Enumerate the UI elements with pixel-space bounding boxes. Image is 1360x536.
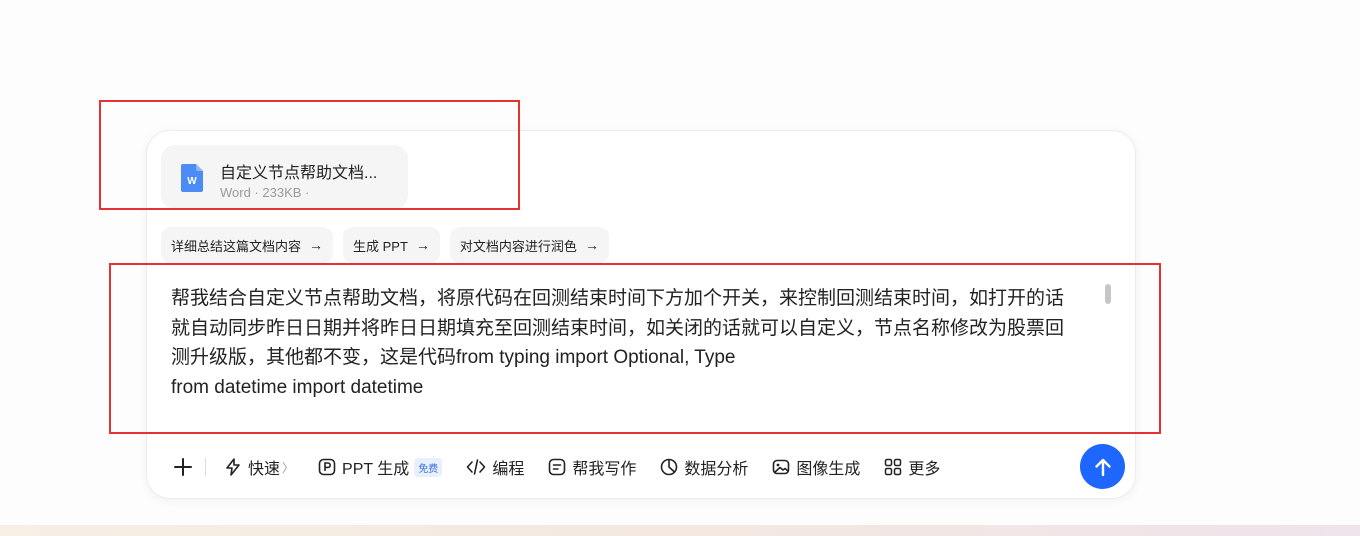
prompt-line: 帮我结合自定义节点帮助文档，将原代码在回测结束时间下方加个开关，来控制回测结束时… [171,288,1065,309]
lightning-icon [226,458,240,476]
grid-icon [885,458,902,476]
code-icon [467,459,486,475]
attachment-meta: Word · 233KB · [220,185,310,200]
attached-file-card[interactable]: W 自定义节点帮助文档... Word · 233KB · [161,145,408,209]
prompt-line: from datetime import datetime [171,376,424,398]
word-icon-letter: W [187,176,197,187]
writing-button[interactable]: 帮我写作 [548,455,636,479]
suggestion-chip-label: 生成 PPT [353,238,408,254]
arrow-right-icon: → [415,237,430,253]
suggestion-chip-label: 详细总结这篇文档内容 [171,238,302,254]
quick-mode-label: 快速 [248,461,281,478]
image-generate-button[interactable]: 图像生成 [772,455,860,479]
suggestion-chips: 详细总结这篇文档内容 → 生成 PPT → 对文档内容进行润色 → [161,227,609,263]
writing-label: 帮我写作 [572,461,637,478]
more-label: 更多 [908,461,941,478]
data-analysis-label: 数据分析 [684,461,749,478]
suggestion-chip-polish[interactable]: 对文档内容进行润色 → [449,227,609,263]
suggestion-chip-ppt[interactable]: 生成 PPT → [343,227,440,263]
plus-icon [174,458,192,476]
chevron-right-icon: 〉 [282,460,295,475]
image-icon [773,459,790,475]
composer-toolbar: 快速 〉 PPT 生成 免费 编程 帮我写作 数据分析 图像生成 更多 [171,449,964,485]
page-bottom-strip [0,525,1360,536]
prompt-scrollbar[interactable] [1105,284,1111,304]
ppt-generate-label: PPT 生成 [342,461,410,478]
word-file-icon: W [181,164,203,192]
suggestion-chip-label: 对文档内容进行润色 [459,238,577,254]
send-button[interactable] [1080,444,1125,489]
arrow-up-icon [1094,458,1111,476]
image-generate-label: 图像生成 [796,461,861,478]
ppt-generate-button[interactable]: PPT 生成 免费 [318,455,443,479]
prompt-line: 就自动同步昨日日期并将昨日日期填充至回测结束时间，如关闭的话就可以自定义，节点名… [171,317,1065,339]
attachment-filename: 自定义节点帮助文档... [220,165,378,182]
add-attachment-button[interactable] [171,455,195,479]
code-button[interactable]: 编程 [466,455,524,479]
more-button[interactable]: 更多 [884,455,940,479]
prompt-input[interactable]: 帮我结合自定义节点帮助文档，将原代码在回测结束时间下方加个开关，来控制回测结束时… [171,284,1111,402]
writing-icon [549,458,566,476]
arrow-right-icon: → [309,237,324,253]
data-analysis-button[interactable]: 数据分析 [660,455,748,479]
chat-composer: W 自定义节点帮助文档... Word · 233KB · 详细总结这篇文档内容… [146,130,1136,499]
pie-chart-icon [661,458,678,476]
arrow-right-icon: → [584,237,599,253]
prompt-line: 测升级版，其他都不变，这是代码from typing import Option… [171,347,736,368]
page: W 自定义节点帮助文档... Word · 233KB · 详细总结这篇文档内容… [0,0,1360,536]
suggestion-chip-summarize[interactable]: 详细总结这篇文档内容 → [161,227,334,263]
quick-mode-button[interactable]: 快速 〉 [224,455,294,479]
code-label: 编程 [492,461,525,478]
free-badge: 免费 [414,457,443,477]
ppt-icon [318,458,336,476]
toolbar-divider [205,458,206,476]
